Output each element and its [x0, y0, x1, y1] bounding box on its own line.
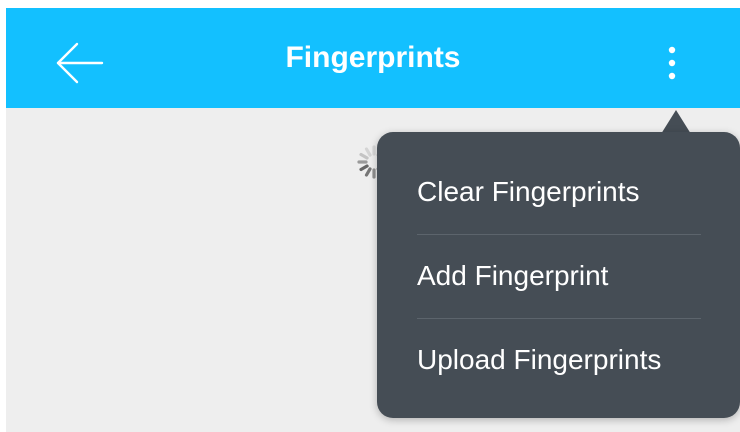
- fingerprints-screen: Fingerprints Clear Fingerprints Add Fing…: [6, 8, 740, 432]
- arrow-left-icon: [56, 42, 104, 84]
- menu-item-upload-fingerprints[interactable]: Upload Fingerprints: [377, 318, 740, 402]
- back-button[interactable]: [46, 38, 110, 88]
- app-bar: Fingerprints: [6, 8, 740, 108]
- menu-item-label: Clear Fingerprints: [417, 176, 640, 207]
- menu-item-label: Add Fingerprint: [417, 260, 609, 291]
- menu-item-label: Upload Fingerprints: [417, 344, 662, 375]
- more-options-button[interactable]: [650, 38, 694, 88]
- menu-item-add-fingerprint[interactable]: Add Fingerprint: [377, 234, 740, 318]
- menu-pointer-arrow: [661, 110, 691, 134]
- options-menu: Clear Fingerprints Add Fingerprint Uploa…: [377, 132, 740, 418]
- page-title: Fingerprints: [285, 41, 461, 74]
- menu-item-clear-fingerprints[interactable]: Clear Fingerprints: [377, 150, 740, 234]
- more-vertical-icon: [668, 46, 676, 80]
